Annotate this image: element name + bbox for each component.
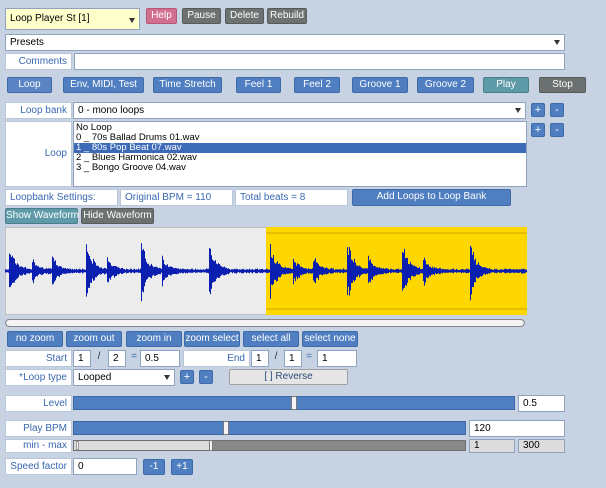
play-bpm-slider[interactable] xyxy=(73,421,466,435)
rebuild-button[interactable]: Rebuild xyxy=(267,8,307,24)
loop-bank-value: 0 - mono loops xyxy=(78,105,145,116)
instrument-select[interactable]: Loop Player St [1] xyxy=(5,8,140,30)
tab-loop[interactable]: Loop xyxy=(7,77,52,93)
help-button[interactable]: Help xyxy=(146,8,177,24)
total-beats: Total beats = 8 xyxy=(235,189,348,206)
min-max-slider-handle[interactable] xyxy=(209,440,213,451)
select-all-button[interactable]: select all xyxy=(243,331,299,347)
select-none-button[interactable]: select none xyxy=(302,331,358,347)
loop-listbox[interactable]: No Loop 0 _ 70s Ballad Drums 01.wav 1 _ … xyxy=(73,121,527,187)
play-bpm-label: Play BPM xyxy=(5,420,72,437)
play-button[interactable]: Play xyxy=(483,77,529,93)
delete-button[interactable]: Delete xyxy=(225,8,264,24)
loop-label-text: Loop xyxy=(44,148,67,159)
zoom-select-button[interactable]: zoom select xyxy=(184,331,240,347)
end-bar-input[interactable]: 1 xyxy=(251,350,269,367)
zoom-in-button[interactable]: zoom in xyxy=(126,331,182,347)
start-slash: / xyxy=(97,351,101,362)
chevron-down-icon xyxy=(515,108,521,113)
loopbank-settings-label: Loopbank Settings: xyxy=(5,189,118,206)
start-beat-input[interactable]: 2 xyxy=(108,350,126,367)
hide-waveform-button[interactable]: Hide Waveform xyxy=(81,208,154,224)
min-max-range-slider[interactable] xyxy=(73,440,466,451)
loop-type-plus-button[interactable]: + xyxy=(180,370,194,384)
min-max-range-fill xyxy=(74,441,211,450)
min-max-label: min - max xyxy=(5,439,72,453)
tab-groove-1[interactable]: Groove 1 xyxy=(352,77,408,93)
end-slash: / xyxy=(274,351,278,362)
loop-list-item[interactable]: 3 _ Bongo Groove 04.wav xyxy=(74,163,526,173)
waveform-display[interactable] xyxy=(5,227,527,315)
chevron-down-icon xyxy=(164,375,170,380)
loop-type-value: Looped xyxy=(78,372,112,383)
start-value-input[interactable]: 0.5 xyxy=(140,350,180,367)
reverse-toggle[interactable]: [ ] Reverse xyxy=(229,369,348,385)
start-equals: = xyxy=(131,351,137,362)
loop-type-minus-button[interactable]: - xyxy=(199,370,213,384)
show-waveform-button[interactable]: Show Waveform xyxy=(5,208,79,224)
waveform-scrollbar[interactable] xyxy=(5,319,525,327)
level-slider[interactable] xyxy=(73,396,515,410)
level-label: Level xyxy=(5,395,72,412)
pause-button[interactable]: Pause xyxy=(182,8,221,24)
max-value[interactable]: 300 xyxy=(518,439,565,453)
loop-bank-add-button[interactable]: + xyxy=(531,103,545,117)
original-bpm: Original BPM = 110 xyxy=(120,189,233,206)
loop-remove-button[interactable]: - xyxy=(550,123,564,137)
end-equals: = xyxy=(306,351,312,362)
tab-env-midi-test[interactable]: Env, MIDI, Test xyxy=(63,77,144,93)
comments-label: Comments xyxy=(5,53,72,70)
speed-factor-label: Speed factor xyxy=(5,458,72,475)
min-max-min-handle[interactable] xyxy=(76,441,79,450)
level-slider-handle[interactable] xyxy=(291,396,297,410)
level-value[interactable]: 0.5 xyxy=(518,395,565,412)
end-value-input[interactable]: 1 xyxy=(317,350,357,367)
loop-type-select[interactable]: Looped xyxy=(73,369,175,386)
tab-groove-2[interactable]: Groove 2 xyxy=(417,77,474,93)
min-value[interactable]: 1 xyxy=(469,439,515,453)
add-loops-button[interactable]: Add Loops to Loop Bank xyxy=(352,189,511,206)
loop-add-button[interactable]: + xyxy=(531,123,545,137)
waveform-scrollbar-thumb[interactable] xyxy=(7,320,523,326)
chevron-down-icon xyxy=(554,40,560,45)
comments-input[interactable] xyxy=(74,53,565,70)
stop-button[interactable]: Stop xyxy=(539,77,586,93)
loop-type-label: *Loop type xyxy=(5,369,72,386)
tab-feel-2[interactable]: Feel 2 xyxy=(294,77,340,93)
chevron-down-icon xyxy=(129,18,135,23)
no-zoom-button[interactable]: no zoom xyxy=(7,331,63,347)
speed-factor-input[interactable]: 0 xyxy=(73,458,137,475)
tab-feel-1[interactable]: Feel 1 xyxy=(236,77,281,93)
presets-select[interactable]: Presets xyxy=(5,34,565,51)
loop-bank-label: Loop bank xyxy=(5,102,72,119)
instrument-name: Loop Player St [1] xyxy=(10,13,90,24)
presets-label: Presets xyxy=(10,37,44,48)
play-bpm-slider-handle[interactable] xyxy=(223,421,229,435)
loop-label: Loop xyxy=(5,121,72,187)
tab-time-stretch[interactable]: Time Stretch xyxy=(153,77,222,93)
end-beat-input[interactable]: 1 xyxy=(284,350,302,367)
play-bpm-value[interactable]: 120 xyxy=(469,420,565,437)
loop-bank-select[interactable]: 0 - mono loops xyxy=(73,102,526,119)
start-label: Start xyxy=(5,350,72,367)
speed-decrease-button[interactable]: -1 xyxy=(143,459,165,475)
start-bar-input[interactable]: 1 xyxy=(73,350,91,367)
speed-increase-button[interactable]: +1 xyxy=(171,459,193,475)
zoom-out-button[interactable]: zoom out xyxy=(66,331,122,347)
end-label: End xyxy=(183,350,250,367)
loop-bank-remove-button[interactable]: - xyxy=(550,103,564,117)
